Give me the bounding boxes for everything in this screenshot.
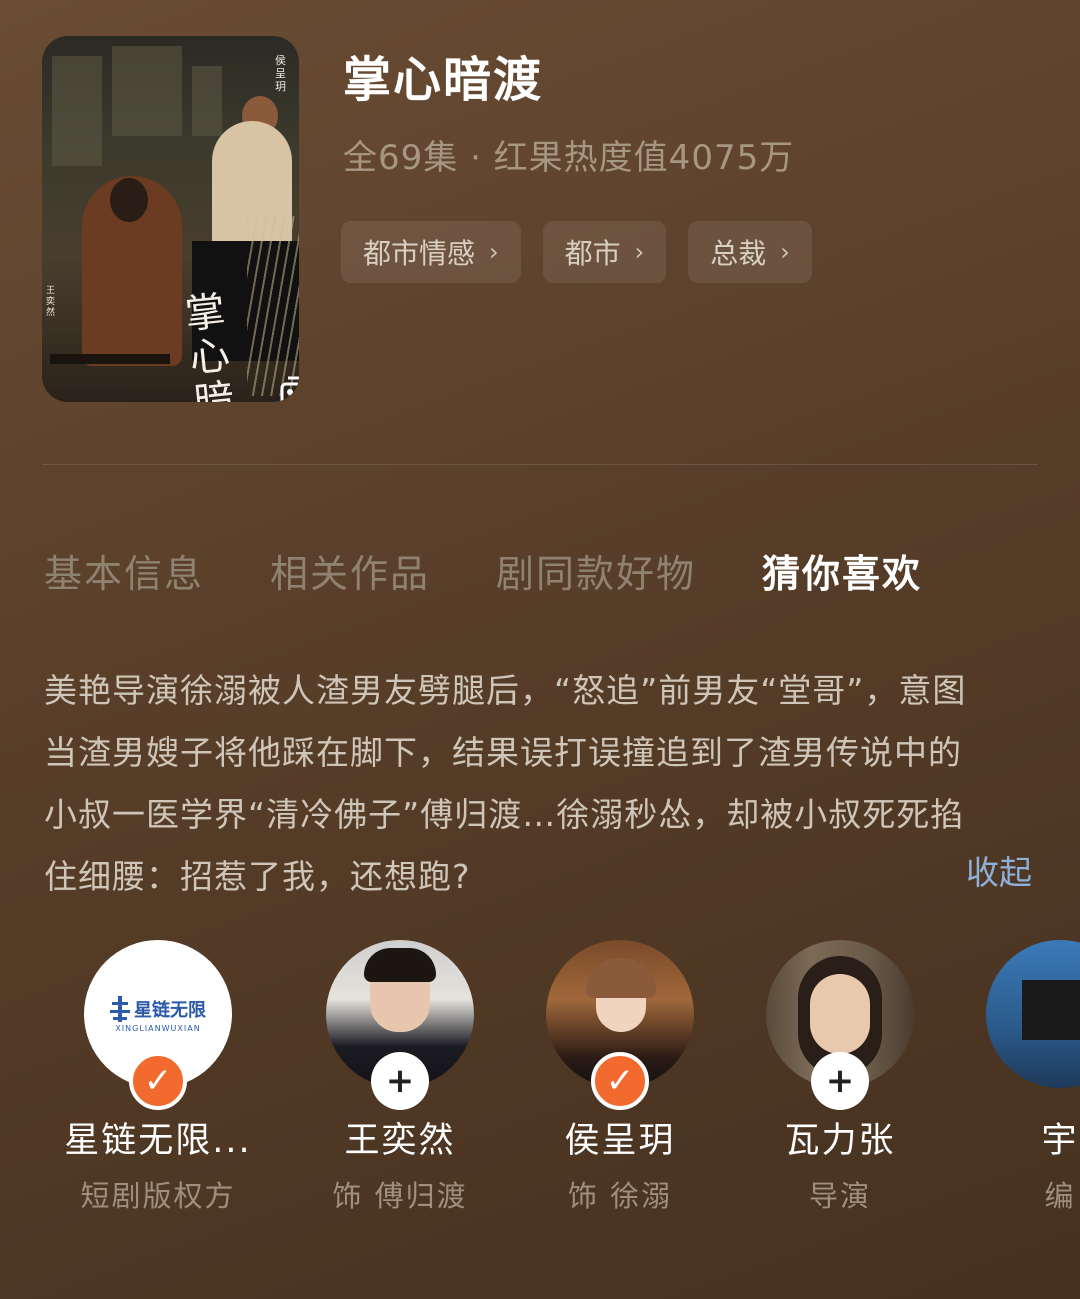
synopsis-line: 住细腰：招惹了我，还想跑?: [44, 857, 471, 896]
gallery-icon[interactable]: [278, 374, 299, 402]
tab-basic-info[interactable]: 基本信息: [44, 543, 204, 598]
chevron-right-icon: ›: [780, 238, 790, 266]
company-logo-text: 星链无限: [134, 999, 206, 1021]
avatar[interactable]: [986, 940, 1080, 1088]
avatar[interactable]: 星链无限 XINGLIANWUXIAN ✓: [84, 940, 232, 1110]
tab-recommendations[interactable]: 猜你喜欢: [762, 543, 922, 598]
poster-cast-name: 王奕然: [46, 286, 56, 318]
tag-chip[interactable]: 总裁 ›: [688, 221, 812, 283]
tag-list: 都市情感 › 都市 › 总裁 ›: [341, 221, 812, 283]
poster-bench: [50, 354, 170, 364]
tag-label: 都市情感: [363, 237, 476, 270]
tab-related-works[interactable]: 相关作品: [270, 543, 430, 598]
logo-icon: [110, 995, 130, 1022]
tab-bar: 基本信息 相关作品 剧同款好物 猜你喜欢: [44, 543, 988, 598]
check-icon[interactable]: ✓: [129, 1052, 187, 1110]
chevron-right-icon: ›: [489, 238, 499, 266]
poster-grass: [247, 216, 299, 396]
poster-figure: [110, 178, 148, 222]
drama-poster[interactable]: 侯呈玥 王奕然 掌心暗渡: [42, 36, 299, 402]
cast-item[interactable]: + 瓦力张 导演: [730, 940, 950, 1215]
drama-title: 掌心暗渡: [343, 52, 544, 108]
tab-same-products[interactable]: 剧同款好物: [496, 543, 696, 598]
chevron-right-icon: ›: [634, 238, 645, 266]
tag-chip[interactable]: 都市 ›: [542, 221, 667, 283]
avatar[interactable]: ✓: [546, 940, 694, 1110]
section-divider: [42, 464, 1038, 465]
tag-label: 总裁: [710, 237, 767, 270]
cast-name: 王奕然: [344, 1121, 456, 1161]
plus-icon[interactable]: +: [811, 1052, 869, 1110]
cast-role: 编: [1044, 1179, 1076, 1213]
cast-name: 瓦力张: [784, 1121, 896, 1161]
cast-item[interactable]: ✓ 侯呈玥 饰 徐溺: [510, 940, 730, 1215]
cast-item[interactable]: 宇 编: [950, 940, 1080, 1215]
company-logo-subtext: XINGLIANWUXIAN: [115, 1023, 201, 1033]
cast-item[interactable]: 星链无限 XINGLIANWUXIAN ✓ 星链无限... 短剧版权方: [48, 940, 268, 1215]
cast-list: 星链无限 XINGLIANWUXIAN ✓ 星链无限... 短剧版权方 + 王奕…: [0, 940, 1080, 1240]
collapse-button[interactable]: 收起: [966, 846, 1032, 894]
cast-role: 饰 徐溺: [567, 1179, 673, 1213]
cast-role: 饰 傅归渡: [332, 1179, 468, 1213]
cast-item[interactable]: + 王奕然 饰 傅归渡: [290, 940, 510, 1215]
synopsis: 美艳导演徐溺被人渣男友劈腿后，“怒追”前男友“堂哥”，意图 当渣男嫂子将他踩在脚…: [44, 660, 1040, 908]
drama-meta: 全69集 · 红果热度值4075万: [343, 138, 795, 178]
poster-cast-name: 侯呈玥: [275, 54, 286, 93]
check-icon[interactable]: ✓: [591, 1052, 649, 1110]
plus-icon[interactable]: +: [371, 1052, 429, 1110]
tag-label: 都市: [564, 237, 621, 270]
cast-name: 侯呈玥: [564, 1121, 676, 1161]
synopsis-line: 美艳导演徐溺被人渣男友劈腿后，“怒追”前男友“堂哥”，意图: [44, 671, 967, 710]
synopsis-line: 当渣男嫂子将他踩在脚下，结果误打误撞追到了渣男传说中的: [44, 733, 962, 772]
cast-role: 短剧版权方: [80, 1179, 236, 1213]
avatar[interactable]: +: [326, 940, 474, 1110]
cast-name: 星链无限...: [64, 1121, 252, 1161]
tag-chip[interactable]: 都市情感 ›: [341, 221, 521, 283]
avatar[interactable]: +: [766, 940, 914, 1110]
cast-name: 宇: [1041, 1121, 1079, 1161]
synopsis-line: 小叔一医学界“清冷佛子”傅归渡…徐溺秒怂，却被小叔死死掐: [44, 795, 965, 834]
cast-role: 导演: [808, 1179, 871, 1213]
